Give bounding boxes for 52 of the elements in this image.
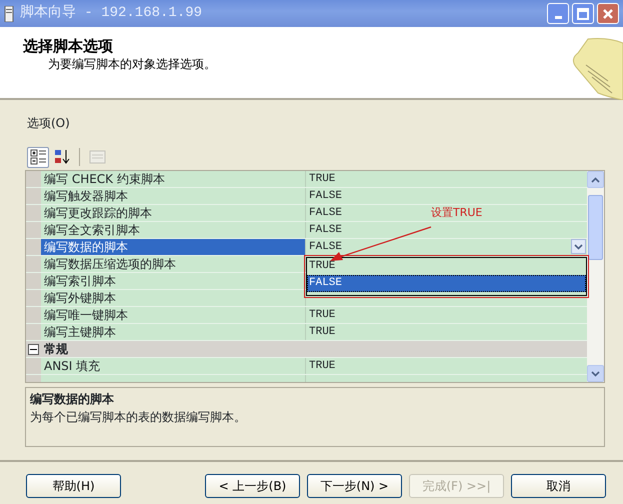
property-value: FALSE [309,189,342,204]
sort-icon [54,149,70,165]
property-name[interactable]: ANSI 填充 [41,358,306,374]
window-title: 脚本向导 - 192.168.1.99 [20,4,204,23]
property-value: TRUE [309,325,336,340]
minimize-button[interactable] [547,3,569,24]
property-value: FALSE [309,206,342,221]
property-name[interactable]: 编写触发器脚本 [41,188,306,204]
close-button[interactable] [597,3,619,24]
page-title: 选择脚本选项 [23,37,114,55]
category-label: 常规 [44,341,68,357]
chevron-up-icon [591,176,600,182]
property-name[interactable]: 编写更改跟踪的脚本 [41,205,306,221]
dropdown-button[interactable] [571,239,586,254]
page-subtitle: 为要编写脚本的对象选择选项。 [48,56,217,73]
minimize-icon [554,16,562,19]
expand-toggle[interactable] [28,344,39,354]
categorized-view-button[interactable] [27,146,49,168]
help-button[interactable]: 帮助(H) [26,474,121,498]
maximize-icon [576,6,590,20]
dropdown-option[interactable]: TRUE [307,258,586,275]
description-text: 为每个已编写脚本的表的数据编写脚本。 [30,409,247,426]
close-icon [601,6,615,20]
property-name[interactable]: 编写外键脚本 [41,290,306,306]
maximize-button[interactable] [572,3,594,24]
chevron-down-icon [574,244,583,250]
property-name[interactable]: 编写数据的脚本 [41,239,306,255]
property-value: FALSE [309,240,342,255]
property-value: TRUE [309,172,336,187]
property-pages-icon [88,149,106,165]
categorized-view-icon [30,149,46,165]
property-name[interactable]: 编写全文索引脚本 [41,222,306,238]
property-name[interactable]: 编写索引脚本 [41,273,306,289]
property-name[interactable]: 编写主键脚本 [41,324,306,340]
description-title: 编写数据的脚本 [30,391,115,408]
app-icon [4,6,14,22]
scroll-up-button[interactable] [587,171,604,188]
options-label: 选项(O) [27,116,70,130]
property-value: TRUE [309,359,336,374]
property-name[interactable]: 编写数据压缩选项的脚本 [41,256,306,272]
back-button[interactable]: < 上一步(B) [205,474,300,498]
scroll-thumb[interactable] [588,195,603,260]
annotation-text: 设置TRUE [431,205,482,221]
scroll-down-button[interactable] [587,365,604,382]
property-name[interactable]: 编写 CHECK 约束脚本 [41,171,306,187]
cancel-button[interactable]: 取消 [511,474,606,498]
property-name[interactable]: 编写唯一键脚本 [41,307,306,323]
chevron-down-icon [591,370,600,376]
dropdown-option[interactable]: FALSE [307,275,586,292]
next-button[interactable]: 下一步(N) > [307,474,402,498]
property-value: FALSE [309,223,342,238]
property-value: TRUE [309,308,336,323]
